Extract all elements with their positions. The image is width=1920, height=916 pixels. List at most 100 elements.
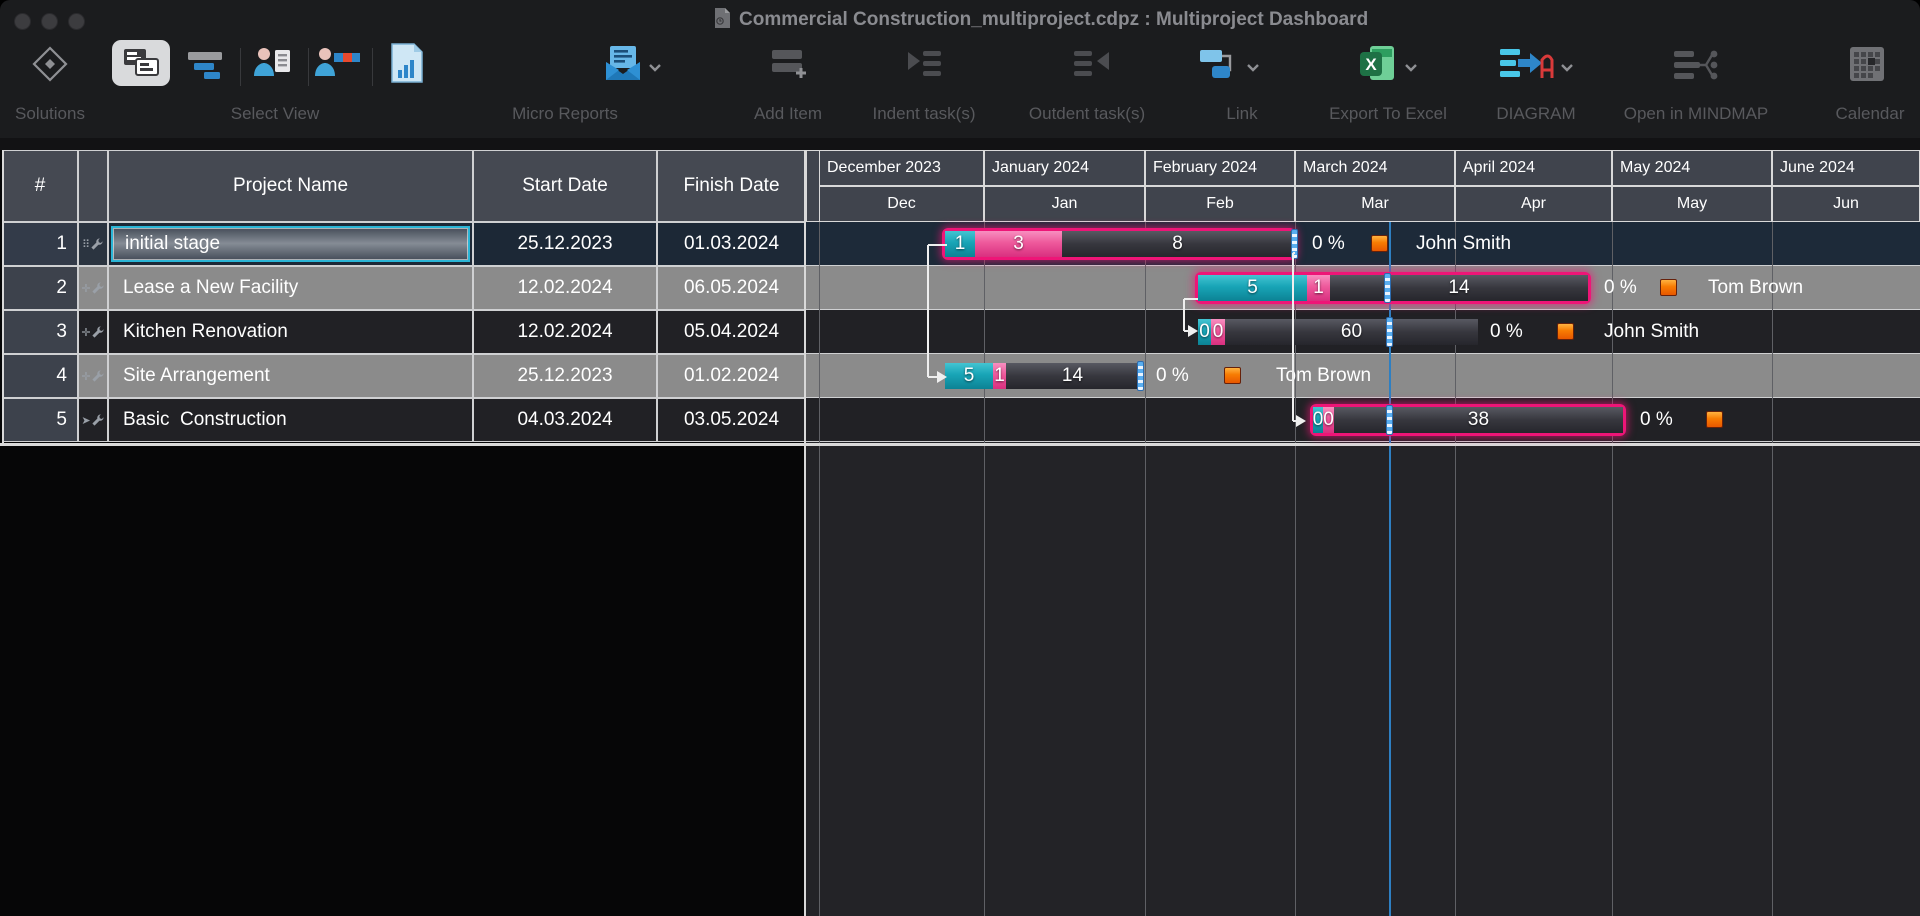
percent-complete-label: 0 % <box>1312 233 1345 255</box>
bar-segment-dark: 8 <box>1062 231 1293 257</box>
titlebar: Commercial Construction_multiproject.cdp… <box>0 0 1920 36</box>
diagram-icon[interactable] <box>1498 46 1556 87</box>
dependency-link-line <box>928 244 947 246</box>
view-dashboard-button[interactable] <box>112 40 170 86</box>
solutions-label[interactable]: Solutions <box>0 104 100 126</box>
start-date-cell[interactable]: 25.12.2023 <box>473 222 657 266</box>
month-gridline <box>1145 222 1146 916</box>
start-date-cell[interactable]: 04.03.2024 <box>473 398 657 442</box>
bar-drag-handle[interactable] <box>1384 273 1391 303</box>
status-flag-icon[interactable] <box>1706 411 1723 428</box>
diagram-chevron[interactable] <box>1560 60 1574 78</box>
column-header-finish: Finish Date <box>657 150 806 222</box>
gantt-bar-task-2[interactable]: 5114 <box>1195 272 1591 304</box>
view-gantt-button[interactable] <box>188 50 228 85</box>
calendar-label[interactable]: Calendar <box>1795 104 1920 126</box>
micro-reports-label[interactable]: Micro Reports <box>465 104 665 126</box>
view-report-button[interactable] <box>390 42 424 89</box>
column-header-num: # <box>2 150 78 222</box>
plus-wrench-icon: ✛ <box>81 369 104 383</box>
project-name-cell[interactable]: Basic Construction <box>108 398 473 442</box>
month-subheader-may: May <box>1612 186 1772 222</box>
finish-date-cell[interactable]: 06.05.2024 <box>657 266 806 310</box>
status-flag-icon[interactable] <box>1660 279 1677 296</box>
percent-complete-label: 0 % <box>1156 365 1189 387</box>
gantt-bar-task-4[interactable]: 5114 <box>945 363 1139 389</box>
row-tool-icon-cell[interactable]: ✛ <box>78 310 108 354</box>
calendar-icon[interactable] <box>1848 44 1886 89</box>
view-resource-usage-button[interactable] <box>314 46 360 87</box>
view-resources-button[interactable] <box>252 46 294 87</box>
gantt-bar-task-3[interactable]: 0060 <box>1198 319 1478 345</box>
micro-reports-icon[interactable] <box>604 44 642 87</box>
app-window: Commercial Construction_multiproject.cdp… <box>0 0 1920 916</box>
column-header-icon <box>78 150 108 222</box>
minimize-button[interactable] <box>41 13 58 30</box>
link-chevron[interactable] <box>1246 60 1260 78</box>
month-header-may: May 2024 <box>1612 150 1772 186</box>
bar-segment-pink: 3 <box>975 231 1062 257</box>
month-header-jun: June 2024 <box>1772 150 1920 186</box>
status-flag-icon[interactable] <box>1557 323 1574 340</box>
bar-segment-dark: 38 <box>1334 407 1623 433</box>
open-mindmap-label[interactable]: Open in MINDMAP <box>1571 104 1821 126</box>
row-number-cell[interactable]: 4 <box>2 354 78 398</box>
excel-chevron[interactable] <box>1404 60 1418 78</box>
finish-date-cell[interactable]: 01.02.2024 <box>657 354 806 398</box>
row-tool-icon-cell[interactable]: ✛ <box>78 266 108 310</box>
project-name-cell[interactable]: Kitchen Renovation <box>108 310 473 354</box>
project-name-edit-field[interactable]: initial stage <box>111 226 470 262</box>
month-gridline <box>1772 222 1773 916</box>
resource-name-label: John Smith <box>1416 233 1511 255</box>
status-flag-icon[interactable] <box>1224 367 1241 384</box>
row-tool-icon-cell[interactable]: ➤ <box>78 398 108 442</box>
dependency-link-arrowhead <box>1296 415 1306 427</box>
excel-icon[interactable]: X <box>1358 44 1396 89</box>
add-item-icon[interactable] <box>770 48 810 87</box>
gantt-bar-task-1[interactable]: 138 <box>942 228 1296 260</box>
link-icon[interactable] <box>1198 48 1240 87</box>
finish-date-cell[interactable]: 05.04.2024 <box>657 310 806 354</box>
resource-name-label: Tom Brown <box>1708 277 1803 299</box>
main-content: #Project NameStart DateFinish DateDecemb… <box>0 150 1920 916</box>
solutions-icon[interactable] <box>30 44 70 89</box>
row-tool-icon-cell[interactable]: ✛ <box>78 354 108 398</box>
month-subheader-feb: Feb <box>1145 186 1295 222</box>
bar-drag-handle[interactable] <box>1137 361 1144 391</box>
bar-drag-handle[interactable] <box>1386 405 1393 435</box>
zoom-button[interactable] <box>68 13 85 30</box>
close-button[interactable] <box>14 13 31 30</box>
outdent-icon[interactable] <box>1072 48 1112 87</box>
month-subheader-jun: Jun <box>1772 186 1920 222</box>
start-date-cell[interactable]: 25.12.2023 <box>473 354 657 398</box>
select-view-label[interactable]: Select View <box>175 104 375 126</box>
project-name-cell-selected[interactable]: initial stage <box>108 222 473 266</box>
row-number-cell[interactable]: 1 <box>2 222 78 266</box>
bar-drag-handle[interactable] <box>1386 317 1393 347</box>
start-date-cell[interactable]: 12.02.2024 <box>473 310 657 354</box>
table-right-border <box>804 150 806 916</box>
row-number-cell[interactable]: 5 <box>2 398 78 442</box>
start-date-cell[interactable]: 12.02.2024 <box>473 266 657 310</box>
cursor-wrench-icon: ➤ <box>81 413 104 427</box>
project-name-cell[interactable]: Site Arrangement <box>108 354 473 398</box>
percent-complete-label: 0 % <box>1640 409 1673 431</box>
row-number-cell[interactable]: 3 <box>2 310 78 354</box>
status-flag-icon[interactable] <box>1371 235 1388 252</box>
dependency-link-arrowhead <box>937 371 947 383</box>
mindmap-icon[interactable] <box>1672 48 1718 87</box>
indent-icon[interactable] <box>905 48 945 87</box>
dependency-link-arrowhead <box>1188 325 1198 337</box>
bar-segment-dark: 14 <box>1330 275 1588 301</box>
bar-segment-pink: 1 <box>993 363 1006 389</box>
row-number-cell[interactable]: 2 <box>2 266 78 310</box>
month-subheader-jan: Jan <box>984 186 1145 222</box>
row-tool-icon-cell[interactable]: ⠿ <box>78 222 108 266</box>
bar-segment-teal: 0 <box>1313 407 1323 433</box>
finish-date-cell[interactable]: 01.03.2024 <box>657 222 806 266</box>
finish-date-cell[interactable]: 03.05.2024 <box>657 398 806 442</box>
gantt-bar-task-5[interactable]: 0038 <box>1310 404 1626 436</box>
project-name-cell[interactable]: Lease a New Facility <box>108 266 473 310</box>
micro-reports-chevron[interactable] <box>648 60 662 78</box>
bar-segment-teal: 5 <box>945 363 993 389</box>
